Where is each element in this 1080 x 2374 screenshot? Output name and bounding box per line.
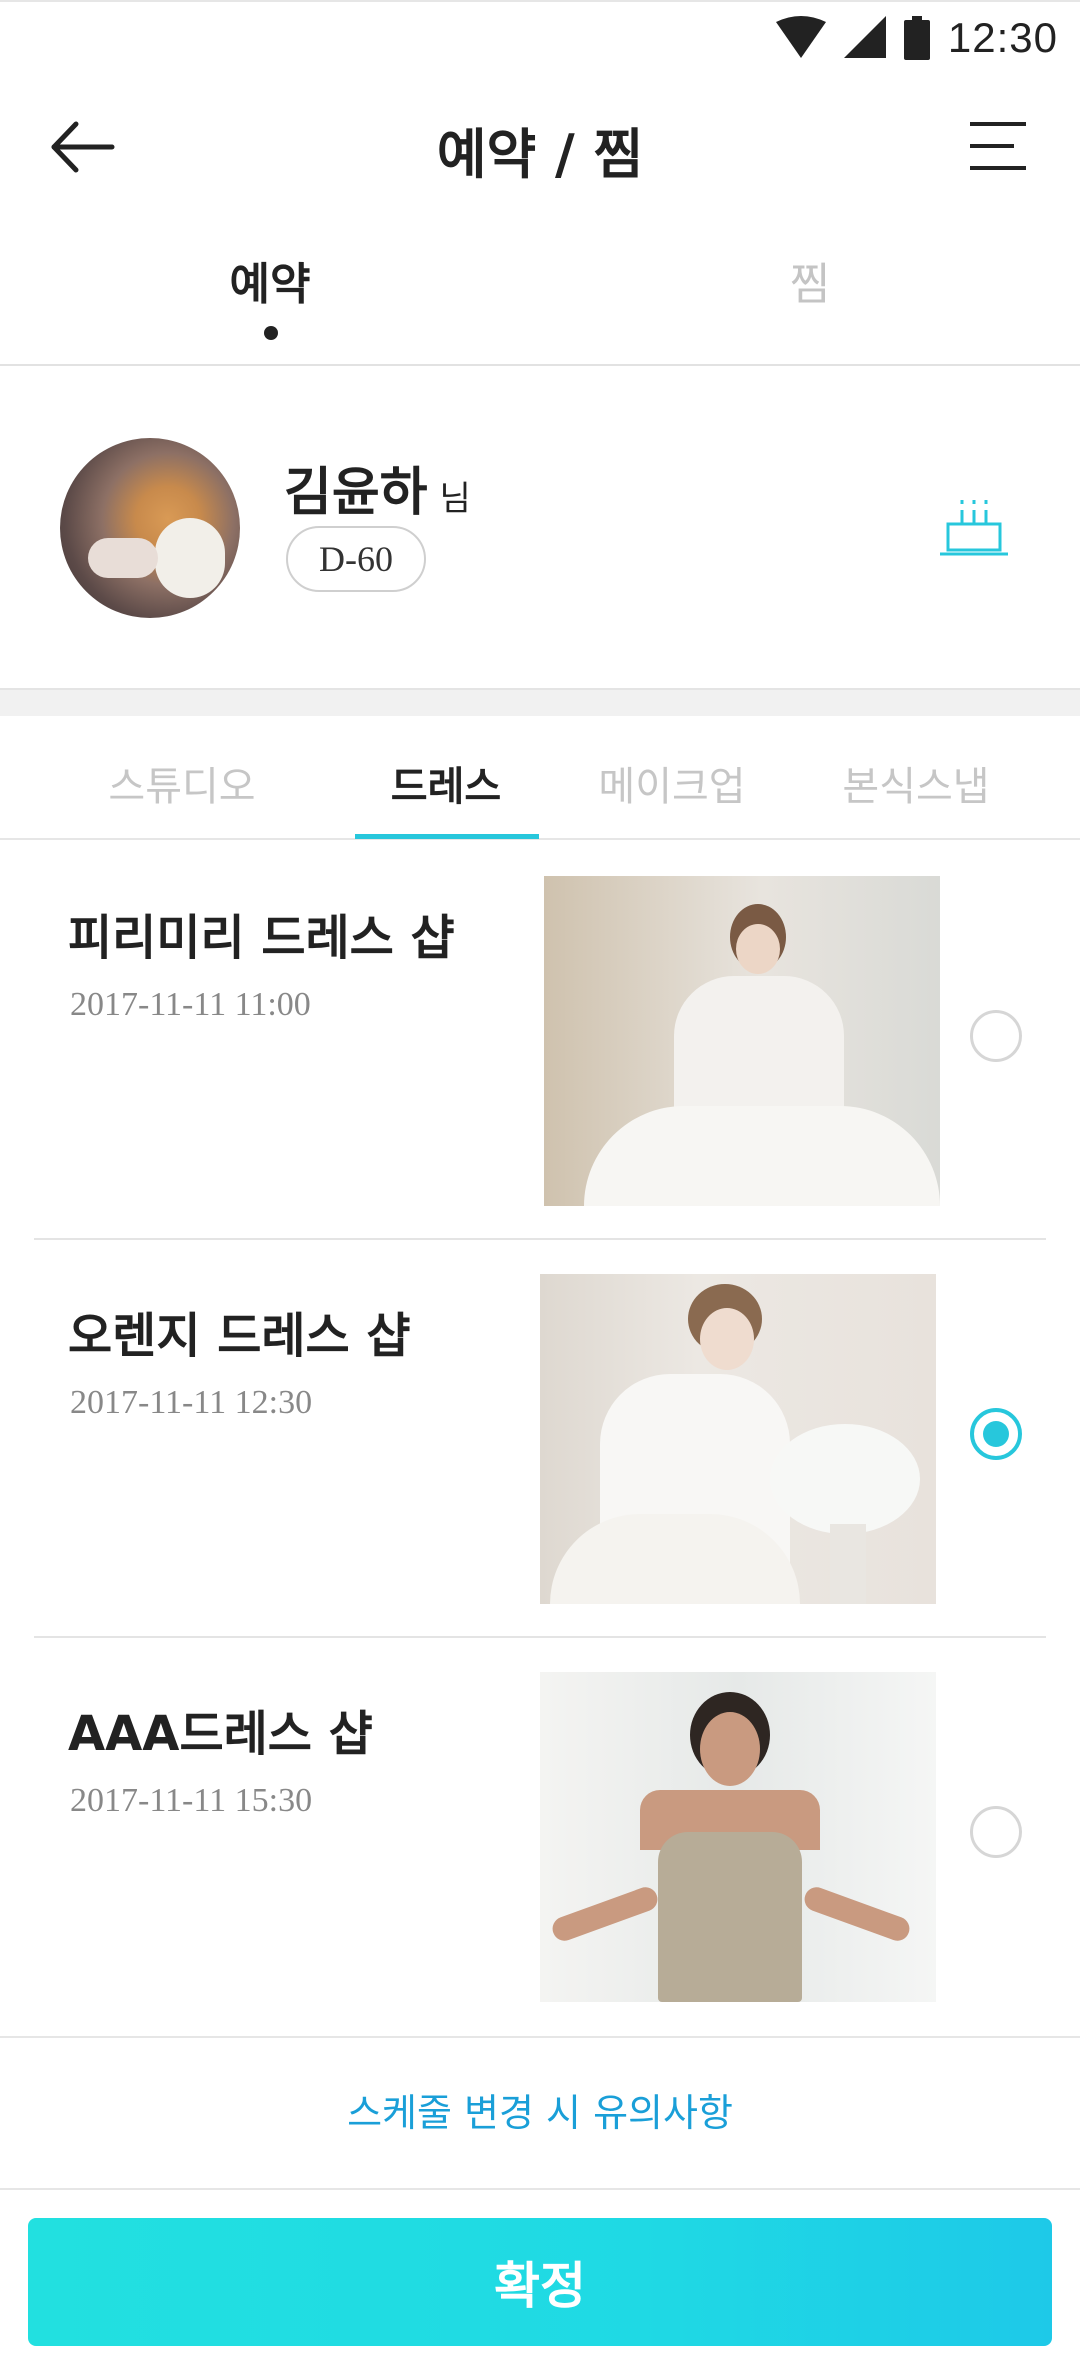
profile-name: 김윤하 [284,463,428,523]
shop-dress-photo [540,1274,936,1604]
profile-card: 김윤하 님 D-60 [0,368,1080,688]
profile-honorific: 님 [439,479,471,519]
active-tab-indicator [264,326,278,340]
tab-studio[interactable]: 스튜디오 [72,754,292,812]
section-divider [0,688,1080,716]
top-tabs: 예약 찜 [0,222,1080,366]
category-tabs: 스튜디오 드레스 메이크업 본식스냅 [0,716,1080,840]
shop-name: AAA드레스 샵 [68,1706,373,1762]
status-bar: 12:30 [0,0,1080,72]
shop-datetime: 2017-11-11 11:00 [70,986,311,1023]
shop-item[interactable]: 피리미리 드레스 샵 2017-11-11 11:00 [0,842,1080,1240]
tab-wedding-snap[interactable]: 본식스냅 [806,754,1026,812]
confirm-button[interactable]: 확정 [28,2218,1052,2346]
shop-name: 피리미리 드레스 샵 [68,910,455,966]
shop-select-radio[interactable] [970,1408,1022,1460]
shop-dress-photo [544,876,940,1206]
dday-badge: D-60 [286,526,426,592]
shop-name: 오렌지 드레스 샵 [68,1308,411,1364]
tab-makeup[interactable]: 메이크업 [562,754,782,812]
tab-reservation[interactable]: 예약 [150,248,390,312]
shop-item[interactable]: 오렌지 드레스 샵 2017-11-11 12:30 [0,1240,1080,1638]
shop-datetime: 2017-11-11 12:30 [70,1384,313,1421]
battery-icon [903,16,930,60]
app-bar: 예약 / 찜 [0,72,1080,222]
signal-icon [843,16,886,58]
profile-name-row: 김윤하 님 [284,450,471,525]
tab-wishlist[interactable]: 찜 [690,248,930,312]
tab-dress[interactable]: 드레스 [336,754,556,812]
shop-datetime: 2017-11-11 15:30 [70,1782,313,1819]
menu-button[interactable] [968,116,1028,176]
cake-icon [940,500,1008,556]
shop-select-radio[interactable] [970,1010,1022,1062]
page-title: 예약 / 찜 [436,123,644,186]
menu-icon [970,122,1026,170]
shop-item[interactable]: AAA드레스 샵 2017-11-11 15:30 [0,1638,1080,2036]
status-time: 12:30 [947,14,1058,61]
avatar [60,438,240,618]
shop-list: 피리미리 드레스 샵 2017-11-11 11:00 오렌지 드레스 샵 20… [0,842,1080,2036]
status-icons: 12:30 [775,14,1058,62]
shop-select-radio[interactable] [970,1806,1022,1858]
wifi-icon [775,16,826,58]
active-category-underline [355,834,539,839]
wedding-date-button[interactable] [938,496,1010,560]
shop-dress-photo [540,1672,936,2002]
schedule-change-notice-link[interactable]: 스케줄 변경 시 유의사항 [0,2036,1080,2190]
